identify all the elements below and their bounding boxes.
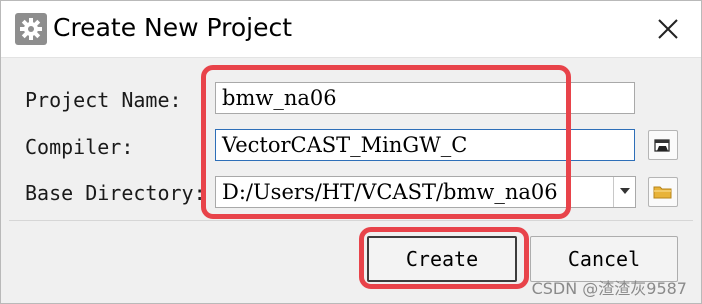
button-separator <box>9 220 693 221</box>
dialog-title: Create New Project <box>53 13 293 42</box>
base-directory-label: Base Directory: <box>25 181 206 205</box>
close-icon <box>658 19 678 39</box>
create-project-dialog: Create New Project Project Name: bmw_na0… <box>0 0 702 304</box>
compiler-label: Compiler: <box>25 135 134 159</box>
project-name-input[interactable]: bmw_na06 <box>215 82 635 114</box>
title-bar: Create New Project <box>1 1 701 58</box>
base-directory-browse-button[interactable] <box>648 177 678 207</box>
close-button[interactable] <box>649 11 689 47</box>
project-name-label: Project Name: <box>25 88 182 112</box>
gear-icon <box>15 13 47 45</box>
folder-icon <box>653 186 672 199</box>
create-button[interactable]: Create <box>367 236 517 282</box>
chevron-down-icon <box>620 188 630 194</box>
base-directory-combo[interactable]: D:/Users/HT/VCAST/bmw_na06 <box>215 176 636 208</box>
file-open-icon <box>654 139 670 152</box>
compiler-browse-button[interactable] <box>648 130 678 160</box>
compiler-input[interactable]: VectorCAST_MinGW_C <box>215 129 635 161</box>
base-directory-dropdown[interactable] <box>613 177 635 207</box>
watermark-text: CSDN @渣渣灰9587 <box>531 279 687 298</box>
